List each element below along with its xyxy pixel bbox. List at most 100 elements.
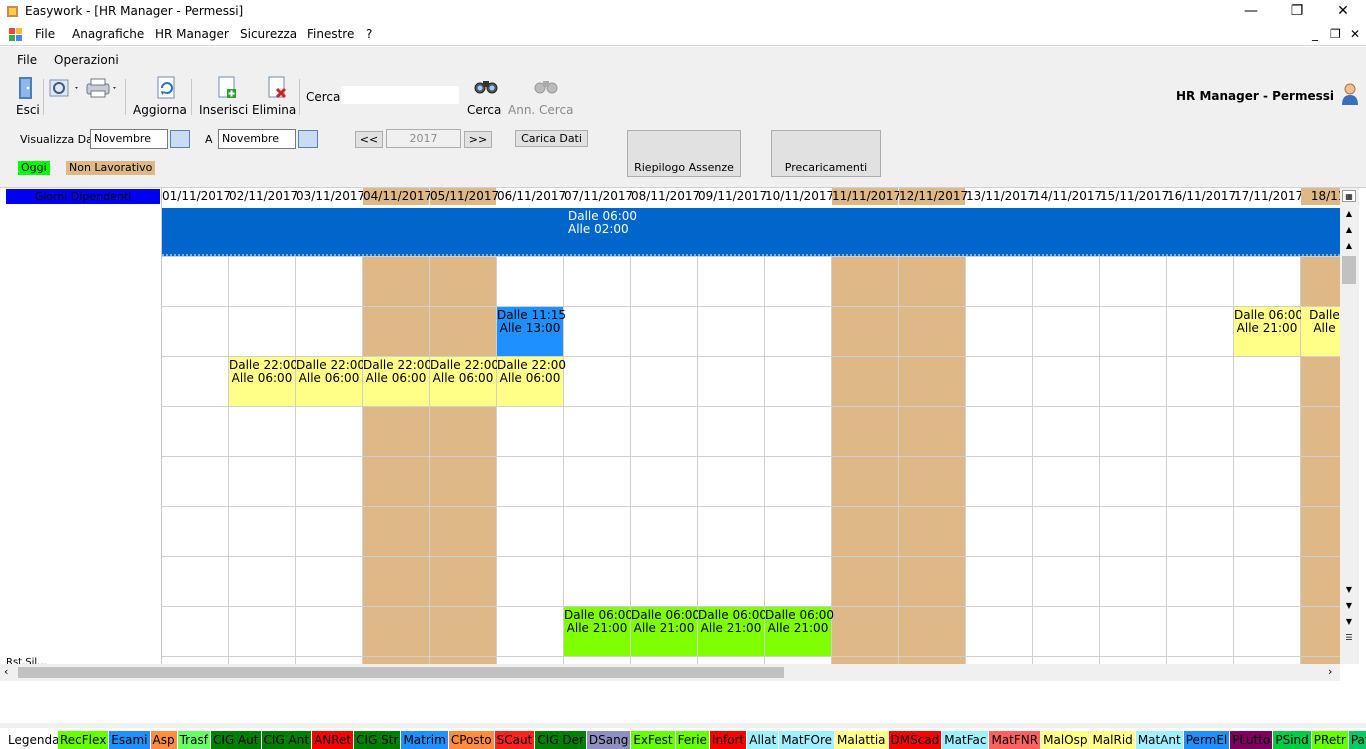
mdi-minimize-button[interactable]: _ — [1312, 27, 1318, 41]
mdi-restore-button[interactable]: ❐ — [1330, 27, 1341, 41]
day-column[interactable] — [430, 208, 497, 664]
esci-button[interactable]: Esci — [14, 76, 40, 117]
day-column[interactable] — [363, 208, 430, 664]
prev-year-button[interactable]: << — [355, 131, 383, 148]
employee-column-header[interactable]: Giorni Dipendenti — [6, 189, 160, 204]
mdi-child-icon[interactable] — [9, 28, 22, 41]
mdi-close-button[interactable]: ✕ — [1350, 27, 1360, 41]
submenu-operazioni[interactable]: Operazioni — [54, 53, 119, 67]
permission-event[interactable]: Dalle 06:00 Alle 21:00 — [698, 607, 767, 656]
permission-event[interactable]: Dalle 22:00 Alle 06:00 — [229, 357, 298, 406]
riepilogo-assenze-button[interactable]: Riepilogo Assenze — [627, 130, 741, 177]
permission-event[interactable]: Dalle 06:00 Alle 21:00 — [1234, 307, 1303, 356]
permission-event[interactable]: Dalle 11:15 Alle 13:00 — [497, 307, 566, 356]
grid-options-icon[interactable]: ▦ — [1342, 190, 1356, 202]
day-header[interactable]: 11/11/2017 — [832, 188, 901, 205]
day-header[interactable]: 08/11/2017 — [631, 188, 700, 205]
day-column[interactable] — [899, 208, 966, 664]
refresh-icon — [157, 76, 174, 99]
maximize-button[interactable]: ❐ — [1274, 0, 1320, 23]
day-column[interactable] — [229, 208, 296, 664]
permission-event[interactable]: Dalle 22:00 Alle 06:00 — [363, 357, 432, 406]
scroll-down-icon[interactable]: ▼ — [1342, 584, 1356, 596]
day-header[interactable]: 03/11/2017 — [296, 188, 365, 205]
submenu-file[interactable]: File — [17, 53, 37, 67]
day-header[interactable]: 05/11/2017 — [430, 188, 499, 205]
day-column[interactable] — [631, 208, 698, 664]
day-column[interactable] — [966, 208, 1033, 664]
day-column[interactable] — [564, 208, 631, 664]
preview-button[interactable] — [48, 76, 82, 103]
day-header[interactable]: 01/11/2017 — [162, 188, 231, 205]
day-column[interactable] — [765, 208, 832, 664]
permission-event[interactable]: Dalle 06 Alle 21 — [1301, 307, 1340, 356]
precaricamenti-button[interactable]: Precaricamenti — [771, 130, 881, 177]
day-header[interactable]: 14/11/2017 — [1033, 188, 1102, 205]
day-column[interactable] — [1033, 208, 1100, 664]
day-column[interactable] — [698, 208, 765, 664]
day-header[interactable]: 18/11/2 — [1301, 188, 1340, 205]
scroll-bottom-icon[interactable]: ▼ — [1342, 616, 1356, 628]
permission-event[interactable]: Dalle 06:00 Alle 21:00 — [631, 607, 700, 656]
scroll-up-icon[interactable]: ▲ — [1342, 240, 1356, 252]
permission-event[interactable]: Dalle 06:00 Alle 21:00 — [564, 607, 633, 656]
day-header[interactable]: 10/11/2017 — [765, 188, 834, 205]
day-header[interactable]: 09/11/2017 — [698, 188, 767, 205]
day-column[interactable] — [296, 208, 363, 664]
day-header[interactable]: 06/11/2017 — [497, 188, 566, 205]
minimize-button[interactable]: — — [1228, 0, 1274, 23]
next-year-button[interactable]: >> — [464, 131, 492, 148]
calendar-from-icon[interactable] — [170, 130, 190, 148]
day-header[interactable]: 15/11/2017 — [1100, 188, 1169, 205]
carica-dati-button[interactable]: Carica Dati — [515, 130, 588, 147]
scroll-page-down-icon[interactable]: ▼ — [1342, 600, 1356, 612]
day-column[interactable] — [162, 208, 229, 664]
day-header[interactable]: 17/11/2017 — [1234, 188, 1303, 205]
day-column[interactable] — [1234, 208, 1301, 664]
day-header[interactable]: 02/11/2017 — [229, 188, 298, 205]
day-header[interactable]: 12/11/2017 — [899, 188, 968, 205]
calendar-to-icon[interactable] — [298, 130, 318, 148]
scroll-right-icon[interactable]: › — [1328, 665, 1332, 678]
menu-anagrafiche[interactable]: Anagrafiche — [72, 27, 144, 41]
day-column[interactable] — [497, 208, 564, 664]
cerca-button[interactable]: Cerca — [466, 76, 501, 117]
print-button[interactable] — [84, 76, 120, 103]
day-column[interactable] — [1100, 208, 1167, 664]
menu-finestre[interactable]: Finestre — [307, 27, 354, 41]
day-column[interactable] — [832, 208, 899, 664]
permission-event[interactable]: Dalle 06:00 Alle 21:00 — [765, 607, 834, 656]
vertical-scrollbar[interactable]: ▦ ▲ ▲ ▲ ▼ ▼ ▼ ☰ — [1340, 188, 1359, 664]
day-header[interactable]: 04/11/2017 — [363, 188, 432, 205]
day-column[interactable] — [1167, 208, 1234, 664]
menu-hr-manager[interactable]: HR Manager — [155, 27, 229, 41]
day-header[interactable]: 16/11/2017 — [1167, 188, 1236, 205]
menu-file[interactable]: File — [35, 27, 55, 41]
annulla-cerca-button[interactable]: Ann. Cerca — [507, 76, 573, 117]
year-field[interactable]: 2017 — [386, 129, 461, 148]
row-options-icon[interactable]: ☰ — [1342, 632, 1356, 644]
inserisci-button[interactable]: Inserisci — [198, 76, 248, 117]
search-input[interactable] — [340, 85, 460, 105]
close-button[interactable]: ✕ — [1320, 0, 1366, 23]
scroll-left-icon[interactable]: ‹ — [4, 665, 8, 678]
day-header[interactable]: 07/11/2017 — [564, 188, 633, 205]
day-column[interactable] — [1301, 208, 1340, 664]
employee-summary-row[interactable] — [162, 208, 1340, 256]
date-to-field[interactable]: Novembre — [218, 129, 296, 149]
menu-sicurezza[interactable]: Sicurezza — [240, 27, 297, 41]
date-from-field[interactable]: Novembre — [90, 129, 168, 149]
permission-event[interactable]: Dalle 22:00 Alle 06:00 — [430, 357, 499, 406]
scroll-page-up-icon[interactable]: ▲ — [1342, 224, 1356, 236]
horizontal-scrollbar[interactable]: ‹ › — [0, 664, 1340, 681]
aggiorna-button[interactable]: Aggiorna — [132, 76, 187, 117]
scroll-top-icon[interactable]: ▲ — [1342, 208, 1356, 220]
permission-event[interactable]: Dalle 22:00 Alle 06:00 — [296, 357, 365, 406]
menu-help[interactable]: ? — [366, 27, 372, 41]
permission-event[interactable]: Dalle 06:00 Alle 02:00 — [564, 208, 637, 236]
vertical-scroll-thumb[interactable] — [1342, 256, 1356, 284]
elimina-button[interactable]: Elimina — [251, 76, 296, 117]
day-header[interactable]: 13/11/2017 — [966, 188, 1035, 205]
permission-event[interactable]: Dalle 22:00 Alle 06:00 — [497, 357, 566, 406]
horizontal-scroll-thumb[interactable] — [18, 667, 784, 678]
